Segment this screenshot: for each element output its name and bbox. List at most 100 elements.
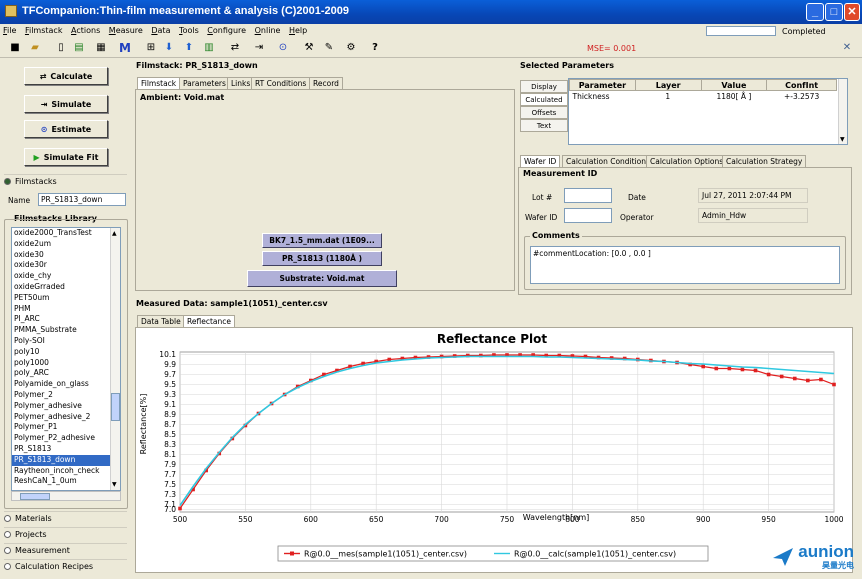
table-row[interactable]: Thickness 1 1180[ Å ] +-3.2573 xyxy=(570,91,837,103)
list-item[interactable]: Polymer_P1 xyxy=(12,422,120,433)
scroll-down-icon[interactable]: ▼ xyxy=(112,481,117,488)
list-item[interactable]: Polymer_2 xyxy=(12,390,120,401)
nav-materials[interactable]: Materials xyxy=(4,511,127,525)
nav-calculation-recipes[interactable]: Calculation Recipes xyxy=(4,559,127,573)
list-item[interactable]: poly_ARC xyxy=(12,368,120,379)
filmstacks-radio[interactable]: Filmstacks xyxy=(4,174,127,188)
nav-projects[interactable]: Projects xyxy=(4,527,127,541)
params-scrollbar[interactable]: ▼ xyxy=(838,79,847,144)
filmstacks-library-list[interactable]: oxide2000_TransTest oxide2um oxide30 oxide3… xyxy=(11,227,121,491)
simulate-fit-button[interactable]: ▶ Simulate Fit xyxy=(24,148,108,166)
col-parameter[interactable]: Parameter xyxy=(569,79,636,91)
library-hscrollbar[interactable] xyxy=(11,491,121,501)
nav-measurement[interactable]: Measurement xyxy=(4,543,127,557)
menu-tools[interactable]: Tools xyxy=(176,24,202,37)
menu-actions[interactable]: Actions xyxy=(68,24,103,37)
offsets-button[interactable]: Offsets xyxy=(520,106,568,119)
list-item[interactable]: oxide2000_TransTest xyxy=(12,228,120,239)
maximize-button[interactable]: □ xyxy=(825,3,843,21)
calculate-icon[interactable]: ⇄ xyxy=(228,41,242,55)
arrow-down-icon[interactable]: ⬇ xyxy=(162,41,176,55)
help-icon[interactable]: ? xyxy=(368,41,382,55)
list-item[interactable]: PR_S1813_down xyxy=(12,454,120,466)
simulate-icon[interactable]: ⇥ xyxy=(252,41,266,55)
tab-parameters[interactable]: Parameters xyxy=(179,77,230,89)
list-item[interactable]: oxideGrraded xyxy=(12,282,120,293)
menu-measure[interactable]: Measure xyxy=(106,24,146,37)
close-button[interactable]: ✕ xyxy=(844,3,860,21)
tools-icon[interactable]: ✎ xyxy=(322,41,336,55)
list-item[interactable]: Raytheon_incoh_check xyxy=(12,466,120,477)
col-value[interactable]: Value xyxy=(700,79,768,91)
minimize-button[interactable]: _ xyxy=(806,3,824,21)
menu-help[interactable]: Help xyxy=(286,24,310,37)
list-item[interactable]: PET50um xyxy=(12,293,120,304)
menu-data[interactable]: Data xyxy=(148,24,173,37)
menu-file[interactable]: File xyxy=(0,24,19,37)
scroll-up-icon[interactable]: ▲ xyxy=(112,230,117,237)
scroll-down-icon[interactable]: ▼ xyxy=(840,136,845,143)
save-icon[interactable]: ■ xyxy=(8,41,22,55)
list-item[interactable]: oxide_chy xyxy=(12,271,120,282)
tab-data-table[interactable]: Data Table xyxy=(137,315,185,327)
list-item[interactable]: oxide30r xyxy=(12,260,120,271)
simulate-button[interactable]: ⇥ Simulate xyxy=(24,95,108,113)
open-folder-icon[interactable]: ▰ xyxy=(28,41,42,55)
scroll-thumb[interactable] xyxy=(111,393,120,421)
tab-record[interactable]: Record xyxy=(309,77,343,89)
estimate-icon[interactable]: ⊙ xyxy=(276,41,290,55)
tab-wafer-id[interactable]: Wafer ID xyxy=(520,155,561,167)
display-button[interactable]: Display xyxy=(520,80,568,93)
wand-icon[interactable]: ⚒ xyxy=(302,41,316,55)
list-item[interactable]: PI_ARC xyxy=(12,314,120,325)
col-confint[interactable]: ConfInt xyxy=(766,79,837,91)
new-file-icon[interactable]: ▯ xyxy=(54,41,68,55)
menu-filmstack[interactable]: Filmstack xyxy=(22,24,66,37)
tab-filmstack[interactable]: Filmstack xyxy=(137,77,181,89)
arrow-up-icon[interactable]: ⬆ xyxy=(182,41,196,55)
menu-online[interactable]: Online xyxy=(252,24,284,37)
list-item[interactable]: ReshCaN_1_0um xyxy=(12,476,120,487)
tab-calc-options[interactable]: Calculation Options xyxy=(646,155,728,167)
col-layer[interactable]: Layer xyxy=(634,79,702,91)
table-icon[interactable]: ▦ xyxy=(94,41,108,55)
list-item[interactable]: Poly-SOI xyxy=(12,336,120,347)
estimate-button[interactable]: ⊙ Estimate xyxy=(24,120,108,138)
hscroll-thumb[interactable] xyxy=(20,493,50,500)
text-button[interactable]: Text xyxy=(520,119,568,132)
wafer-id-field[interactable] xyxy=(564,208,612,223)
x-tick-label: 700 xyxy=(434,515,449,524)
list-item[interactable]: poly10 xyxy=(12,347,120,358)
lot-field[interactable] xyxy=(564,188,612,203)
tab-reflectance[interactable]: Reflectance xyxy=(183,315,235,327)
tab-calc-strategy[interactable]: Calculation Strategy xyxy=(722,155,807,167)
list-item[interactable]: oxide30 xyxy=(12,250,120,261)
list-item[interactable]: Polymer_P2_adhesive xyxy=(12,433,120,444)
config-icon[interactable]: ⚙ xyxy=(344,41,358,55)
list-item[interactable]: Polymer_adhesive_2 xyxy=(12,412,120,423)
list-item[interactable]: PR_S1813 xyxy=(12,444,120,455)
spreadsheet-icon[interactable]: ▥ xyxy=(202,41,216,55)
chart-icon[interactable]: ▤ xyxy=(72,41,86,55)
tab-rt-conditions[interactable]: RT Conditions xyxy=(251,77,311,89)
y-tick-label: 7.5 xyxy=(164,480,176,489)
list-item[interactable]: poly1000 xyxy=(12,358,120,369)
layer-bk7[interactable]: BK7_1.5_mm.dat (1E09... xyxy=(262,233,382,248)
library-scrollbar[interactable]: ▲ ▼ xyxy=(110,228,120,490)
list-item[interactable]: oxide2um xyxy=(12,239,120,250)
substrate-layer[interactable]: Substrate: Void.mat xyxy=(247,270,397,287)
menu-configure[interactable]: Configure xyxy=(204,24,249,37)
list-item[interactable]: Polyamide_on_glass xyxy=(12,379,120,390)
calculate-button[interactable]: ⇄ Calculate xyxy=(24,67,108,85)
grid-icon[interactable]: ⊞ xyxy=(144,41,158,55)
comments-field[interactable]: #commentLocation: [0.0 , 0.0 ] xyxy=(530,246,840,284)
list-item[interactable]: Polymer_adhesive xyxy=(12,401,120,412)
m-icon[interactable]: M xyxy=(118,41,132,55)
calculated-button[interactable]: Calculated xyxy=(520,93,568,106)
tab-calc-conditions[interactable]: Calculation Conditions xyxy=(562,155,654,167)
close-panel-icon[interactable]: ✕ xyxy=(840,41,854,55)
name-field[interactable]: PR_S1813_down xyxy=(38,193,126,206)
list-item[interactable]: PMMA_Substrate xyxy=(12,325,120,336)
layer-pr-s1813[interactable]: PR_S1813 (1180Å ) xyxy=(262,251,382,266)
list-item[interactable]: PHM xyxy=(12,304,120,315)
